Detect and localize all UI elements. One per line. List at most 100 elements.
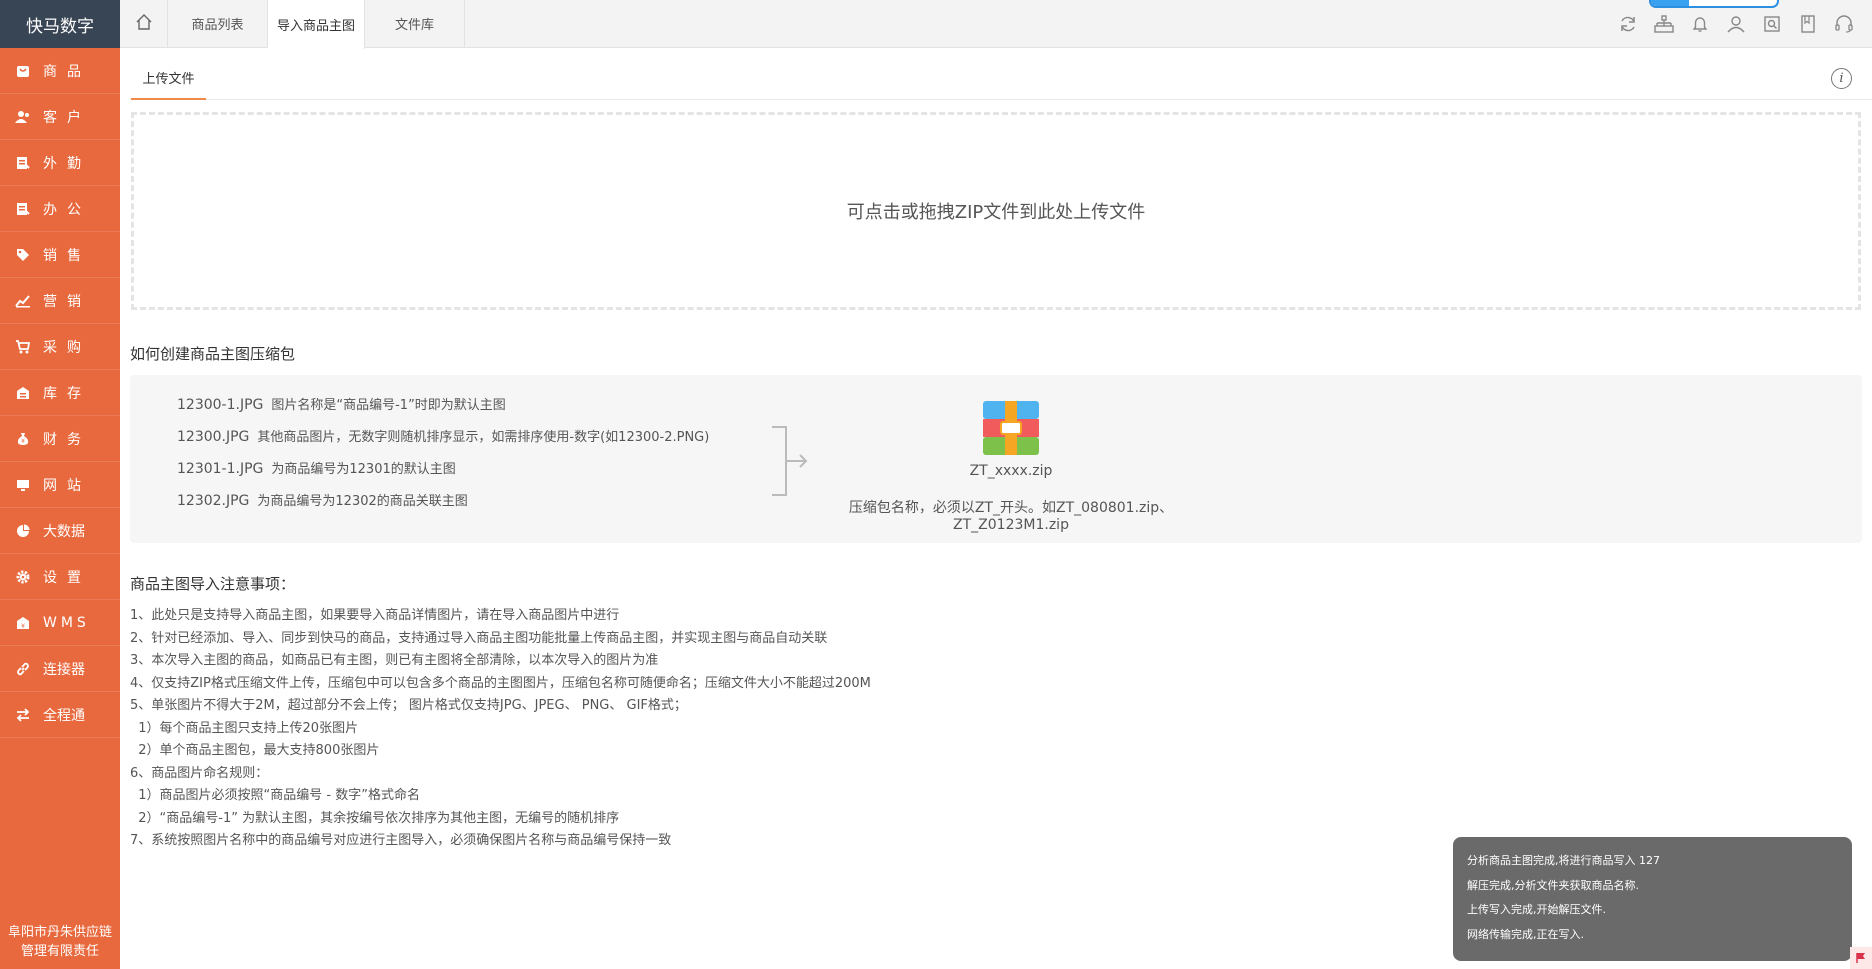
sub-tabs: 上传文件 i	[130, 49, 1872, 100]
file-desc: 其他商品图片，无数字则随机排序显示，如需排序使用-数字(如12300-2.PNG…	[257, 430, 710, 445]
note-line: 1）商品图片必须按照“商品编号 - 数字”格式命名	[130, 788, 420, 803]
pie-icon	[15, 523, 31, 539]
svg-text:¥: ¥	[21, 438, 25, 445]
file-desc: 图片名称是“商品编号-1”时即为默认主图	[271, 398, 506, 413]
note-line: 4、仅支持ZIP格式压缩文件上传，压缩包中可以包含多个商品的主图图片，压缩包名称…	[130, 675, 871, 691]
howto-example-box: 12300-1.JPG 图片名称是“商品编号-1”时即为默认主图 12300.JP…	[130, 375, 1862, 543]
sidebar-item-wms[interactable]: ¥ WMS	[0, 600, 120, 646]
field-icon	[15, 155, 31, 171]
bell-icon[interactable]	[1682, 6, 1718, 42]
sidebar-item-field[interactable]: 外勤	[0, 140, 120, 186]
wms-icon: ¥	[15, 615, 31, 631]
cart-icon	[15, 339, 31, 355]
sidebar-item-office[interactable]: 办公	[0, 186, 120, 232]
main-content: 上传文件 i 可点击或拖拽ZIP文件到此处上传文件 如何创建商品主图压缩包 12…	[120, 49, 1872, 969]
sidebar-item-marketing[interactable]: 营销	[0, 278, 120, 324]
headset-icon[interactable]	[1826, 6, 1862, 42]
list-item: 12302.JPG 为商品编号为12302的商品关联主图	[177, 493, 709, 525]
note-line: 7、系统按照图片名称中的商品编号对应进行主图导入，必须确保图片名称与商品编号保持…	[130, 833, 672, 848]
refresh-icon[interactable]	[1610, 6, 1646, 42]
sidebar-item-settings[interactable]: 设置	[0, 554, 120, 600]
file-name: 12300.JPG	[177, 429, 250, 445]
sidebar-item-label: 网站	[43, 477, 91, 494]
transfer-icon	[15, 707, 31, 723]
file-name: 12300-1.JPG	[177, 397, 264, 413]
sidebar-item-label: 营销	[43, 293, 91, 310]
zip-desc: 压缩包名称，必须以ZT_开头。如ZT_080801.zip、ZT_Z0123M1…	[848, 500, 1174, 533]
link-icon	[15, 661, 31, 677]
status-toast: 分析商品主图完成,将进行商品写入 127 解压完成,分析文件夹获取商品名称. 上…	[1453, 837, 1852, 961]
office-icon	[15, 201, 31, 217]
file-examples: 12300-1.JPG 图片名称是“商品编号-1”时即为默认主图 12300.JP…	[177, 397, 709, 525]
monitor-icon	[15, 477, 31, 493]
notes-list: 1、此处只是支持导入商品主图，如果要导入商品详情图片，请在导入商品图片中进行 2…	[130, 605, 871, 853]
flag-icon[interactable]	[1850, 947, 1872, 969]
warehouse-icon	[15, 385, 31, 401]
organization-icon[interactable]	[1646, 6, 1682, 42]
gear-icon	[15, 569, 31, 585]
toast-line: 上传写入完成,开始解压文件.	[1467, 903, 1606, 916]
sidebar: 快马数字 商品 客户 外勤 办公 销售 营销 采购 库存 ¥ 财务 网站 大数据…	[0, 0, 120, 969]
sidebar-item-connector[interactable]: 连接器	[0, 646, 120, 692]
note-line: 2、针对已经添加、导入、同步到快马的商品，支持通过导入商品主图功能批量上传商品主…	[130, 630, 828, 646]
upload-dropzone[interactable]: 可点击或拖拽ZIP文件到此处上传文件	[131, 112, 1861, 310]
toast-line: 网络传输完成,正在写入.	[1467, 927, 1584, 941]
toast-line: 解压完成,分析文件夹获取商品名称.	[1467, 878, 1639, 892]
zip-example: ZT_xxxx.zip 压缩包名称，必须以ZT_开头。如ZT_080801.zi…	[800, 401, 1222, 533]
note-line: 6、商品图片命名规则：	[130, 765, 269, 781]
sidebar-item-label: 库存	[43, 385, 91, 402]
book-icon[interactable]	[1790, 6, 1826, 42]
note-line: 1、此处只是支持导入商品主图，如果要导入商品详情图片，请在导入商品图片中进行	[130, 608, 620, 623]
company-name: 阜阳市丹朱供应链管理有限责任	[7, 925, 112, 959]
sidebar-item-label: 客户	[43, 109, 91, 126]
file-desc: 为商品编号为12301的默认主图	[271, 462, 456, 477]
tab-upload-file[interactable]: 上传文件	[131, 68, 206, 100]
list-item: 12300.JPG 其他商品图片，无数字则随机排序显示，如需排序使用-数字(如12…	[177, 429, 709, 461]
brand-logo[interactable]: 快马数字	[0, 0, 120, 48]
list-item: 12300-1.JPG 图片名称是“商品编号-1”时即为默认主图	[177, 397, 709, 429]
sidebar-item-purchase[interactable]: 采购	[0, 324, 120, 370]
sidebar-item-bigdata[interactable]: 大数据	[0, 508, 120, 554]
top-bar: 商品列表 导入商品主图 文件库	[120, 0, 1872, 49]
file-name: 12302.JPG	[177, 493, 250, 509]
tag-icon	[15, 247, 31, 263]
sidebar-item-label: 全程通	[43, 707, 85, 724]
sidebar-item-label: 设置	[43, 569, 91, 586]
sidebar-item-website[interactable]: 网站	[0, 462, 120, 508]
zip-name: ZT_xxxx.zip	[969, 463, 1053, 479]
sidebar-item-label: WMS	[43, 614, 90, 631]
chart-icon	[15, 293, 31, 309]
notes-title: 商品主图导入注意事项：	[130, 575, 296, 593]
sidebar-item-goods[interactable]: 商品	[0, 48, 120, 94]
zip-archive-icon	[983, 401, 1039, 455]
note-line: 3、本次导入主图的商品，如商品已有主图，则已有主图将全部清除，以本次导入的图片为…	[130, 653, 659, 668]
file-desc: 为商品编号为12302的商品关联主图	[257, 494, 468, 509]
svg-text:¥: ¥	[21, 623, 25, 630]
dropzone-text: 可点击或拖拽ZIP文件到此处上传文件	[846, 202, 1146, 223]
note-line: 2）“商品编号-1” 为默认主图，其余按编号依次排序为其他主图，无编号的随机排序	[130, 810, 620, 826]
home-icon	[135, 13, 153, 35]
sidebar-item-label: 大数据	[43, 523, 85, 540]
sidebar-item-label: 外勤	[43, 155, 91, 172]
tab-goods-list[interactable]: 商品列表	[168, 0, 268, 47]
user-icon[interactable]	[1718, 6, 1754, 42]
note-line: 1）每个商品主图只支持上传20张图片	[130, 720, 359, 736]
top-icons	[1610, 0, 1862, 48]
sidebar-item-label: 办公	[43, 201, 91, 218]
info-icon[interactable]: i	[1831, 68, 1852, 89]
tab-file-library[interactable]: 文件库	[365, 0, 466, 47]
sidebar-item-inventory[interactable]: 库存	[0, 370, 120, 416]
home-button[interactable]	[120, 0, 168, 47]
toast-line: 分析商品主图完成,将进行商品写入 127	[1467, 854, 1660, 867]
goods-icon	[15, 63, 31, 79]
sidebar-item-finance[interactable]: ¥ 财务	[0, 416, 120, 462]
sidebar-item-label: 连接器	[43, 661, 85, 678]
file-name: 12301-1.JPG	[177, 461, 264, 477]
sidebar-item-fullprocess[interactable]: 全程通	[0, 692, 120, 738]
tab-import-main-image[interactable]: 导入商品主图	[268, 0, 366, 49]
sidebar-item-customer[interactable]: 客户	[0, 94, 120, 140]
sidebar-item-sales[interactable]: 销售	[0, 232, 120, 278]
customer-icon	[15, 109, 31, 125]
note-line: 2）单个商品主图包，最大支持800张图片	[130, 743, 380, 758]
search-doc-icon[interactable]	[1754, 6, 1790, 42]
